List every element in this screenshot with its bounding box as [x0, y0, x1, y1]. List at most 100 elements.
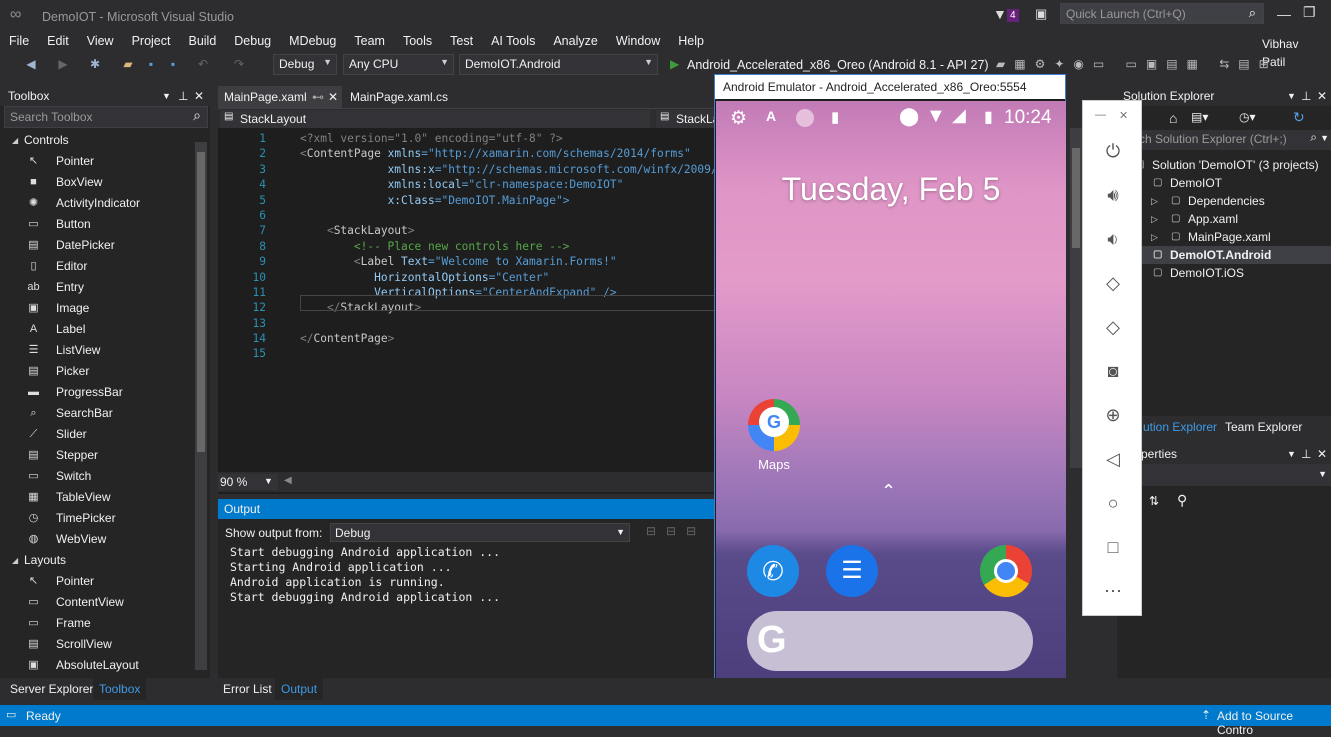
minimize-icon[interactable]: — — [1095, 109, 1106, 121]
toolbox-item[interactable]: ▣ Image — [0, 298, 210, 319]
toolbox-item[interactable]: ab Entry — [0, 277, 210, 298]
home-icon[interactable]: ⌂ — [1169, 110, 1177, 126]
menu-item-tools[interactable]: Tools — [394, 32, 441, 50]
code-line[interactable]: 15 — [218, 346, 718, 361]
toolbox-item[interactable]: ▤ Stepper — [0, 445, 210, 466]
code-line[interactable]: 9 <Label Text="Welcome to Xamarin.Forms!… — [218, 254, 718, 269]
app-drawer-chevron-icon[interactable]: ⌃ — [881, 481, 896, 502]
history-icon[interactable]: ◷▾ — [1239, 110, 1256, 124]
scroll-thumb[interactable] — [197, 152, 205, 452]
pane-options-icon[interactable]: ▼ — [1287, 86, 1296, 106]
close-icon[interactable]: ✕ — [1317, 444, 1327, 464]
toolbox-item[interactable]: ▭ ContentView — [0, 592, 210, 613]
toolbox-item[interactable]: ↖ Pointer — [0, 151, 210, 172]
platform-dropdown[interactable]: Any CPU ▼ — [343, 54, 454, 75]
tab-team-explorer[interactable]: Team Explorer — [1225, 420, 1302, 434]
menu-item-test[interactable]: Test — [441, 32, 482, 50]
menu-item-edit[interactable]: Edit — [38, 32, 78, 50]
toolbox-item[interactable]: ▤ DatePicker — [0, 235, 210, 256]
configuration-dropdown[interactable]: Debug ▼ — [273, 54, 337, 75]
chrome-icon[interactable] — [980, 545, 1032, 597]
toolbar-icons-right[interactable]: ▰▦⚙✦◉▭ ▭▣▤▦ ⇆▤⊞ — [996, 57, 1278, 71]
zoom-icon[interactable]: ⊕ — [1101, 403, 1125, 427]
menu-item-window[interactable]: Window — [607, 32, 669, 50]
zoom-dropdown[interactable]: 90 % ▼ — [218, 474, 278, 490]
code-line[interactable]: 14 </ContentPage> — [218, 331, 718, 346]
rotate-left-icon[interactable]: ◇ — [1101, 271, 1125, 295]
menu-item-build[interactable]: Build — [179, 32, 225, 50]
more-icon[interactable]: ⋯ — [1101, 579, 1125, 603]
toolbox-item[interactable]: ▦ TableView — [0, 487, 210, 508]
toolbox-item[interactable]: ⟋ Slider — [0, 424, 210, 445]
menu-item-ai-tools[interactable]: AI Tools — [482, 32, 544, 50]
solution-search-input[interactable]: rch Solution Explorer (Ctrl+;) — [1135, 132, 1287, 146]
code-line[interactable]: 7 <StackLayout> — [218, 223, 718, 238]
solution-item[interactable]: ▢ ▷ MainPage.xaml — [1117, 228, 1331, 246]
power-icon[interactable]: ⏻ — [1101, 139, 1125, 163]
toolbox-item[interactable]: ▯ Editor — [0, 256, 210, 277]
toolbox-search-input[interactable]: Search Toolbox — [10, 110, 93, 124]
solution-item[interactable]: ▢ DemoIOT.Android — [1117, 246, 1331, 264]
run-target[interactable]: Android_Accelerated_x86_Oreo (Android 8.… — [687, 58, 989, 72]
toolbox-item[interactable]: ▣ AbsoluteLayout — [0, 655, 210, 676]
phone-icon[interactable]: ✆ — [747, 545, 799, 597]
menu-item-mdebug[interactable]: MDebug — [280, 32, 345, 50]
toolbox-category-layouts[interactable]: Layouts — [0, 550, 210, 571]
search-icon[interactable]: ⌕ — [193, 107, 201, 124]
close-icon[interactable]: ✕ — [328, 86, 338, 108]
code-line[interactable]: 2 <ContentPage xmlns="http://xamarin.com/… — [218, 146, 718, 161]
code-line[interactable]: 6 — [218, 208, 718, 223]
volume-up-icon[interactable]: 🔊︎ — [1101, 183, 1125, 207]
refresh-icon[interactable]: ↻ — [1293, 109, 1305, 126]
search-icon[interactable]: ⌕ — [1310, 130, 1317, 145]
forward-icon[interactable]: ▶ — [56, 57, 70, 71]
solution-search[interactable]: rch Solution Explorer (Ctrl+;) ⌕ ▼ — [1117, 130, 1331, 150]
output-source-dropdown[interactable]: Debug ▼ — [330, 523, 630, 542]
tab-solution-explorer[interactable]: ution Explorer — [1143, 420, 1217, 434]
tab-server-explorer[interactable]: Server Explorer — [10, 682, 93, 696]
expand-arrow-icon[interactable]: ▷ — [1151, 210, 1158, 228]
sort-alpha-icon[interactable]: ⇅ — [1149, 494, 1159, 508]
code-area[interactable]: 1 <?xml version="1.0" encoding="utf-8" ?>… — [218, 131, 738, 362]
maps-app[interactable]: G Maps — [746, 399, 802, 472]
menu-item-team[interactable]: Team — [345, 32, 394, 50]
scroll-left-icon[interactable]: ◀ — [284, 475, 292, 486]
scroll-thumb[interactable] — [1072, 148, 1080, 248]
menu-item-view[interactable]: View — [78, 32, 123, 50]
tab-error-list[interactable]: Error List — [223, 682, 272, 696]
new-project-icon[interactable]: ✱ — [88, 57, 102, 71]
tab-toolbox[interactable]: Toolbox — [93, 678, 147, 700]
toolbox-item[interactable]: ■ BoxView — [0, 172, 210, 193]
menu-item-project[interactable]: Project — [123, 32, 180, 50]
code-line[interactable]: 10 HorizontalOptions="Center" — [218, 270, 718, 285]
tab-mainpage-xaml-cs[interactable]: MainPage.xaml.cs — [344, 86, 454, 108]
solution-item[interactable]: ▣Solution 'DemoIOT' (3 projects) — [1117, 156, 1331, 174]
pin-icon[interactable]: ⊥ — [178, 86, 188, 106]
editor-right-scrollbar[interactable] — [1070, 128, 1082, 468]
startup-project-dropdown[interactable]: DemoIOT.Android ▼ — [459, 54, 658, 75]
pin-icon[interactable]: ⊥ — [1301, 86, 1311, 106]
tab-output[interactable]: Output — [275, 678, 324, 700]
close-icon[interactable]: ✕ — [194, 86, 204, 106]
pin-icon[interactable]: ⊷ — [312, 86, 324, 108]
solution-item[interactable]: ▢ DemoIOT — [1117, 174, 1331, 192]
toolbox-item[interactable]: ▤ ScrollView — [0, 634, 210, 655]
upload-icon[interactable]: ⇡ — [1201, 708, 1211, 722]
redo-icon[interactable]: ↷ — [232, 57, 246, 71]
type-dropdown[interactable]: ▤ StackLayout — [220, 110, 650, 128]
quick-launch-input[interactable]: Quick Launch (Ctrl+Q) — [1066, 7, 1186, 21]
toolbox-item[interactable]: ✺ ActivityIndicator — [0, 193, 210, 214]
back-icon[interactable]: ◁ — [1101, 447, 1125, 471]
filter-icon[interactable]: ▼ — [993, 6, 1007, 22]
menu-item-analyze[interactable]: Analyze — [544, 32, 606, 50]
toolbox-item[interactable]: ◷ TimePicker — [0, 508, 210, 529]
solution-item[interactable]: ▢ DemoIOT.iOS — [1117, 264, 1331, 282]
code-line[interactable]: 3 xmlns:x="http://schemas.microsoft.com/… — [218, 162, 738, 177]
close-icon[interactable]: ✕ — [1317, 86, 1327, 106]
tab-mainpage-xaml[interactable]: MainPage.xaml ⊷ ✕ — [218, 86, 342, 108]
member-dropdown[interactable]: ▤ StackLa — [656, 110, 719, 128]
start-debugging-icon[interactable]: ▶ — [670, 57, 679, 71]
expand-arrow-icon[interactable]: ▷ — [1151, 228, 1158, 246]
menu-item-debug[interactable]: Debug — [225, 32, 280, 50]
search-icon[interactable]: ⌕ — [1249, 5, 1256, 21]
